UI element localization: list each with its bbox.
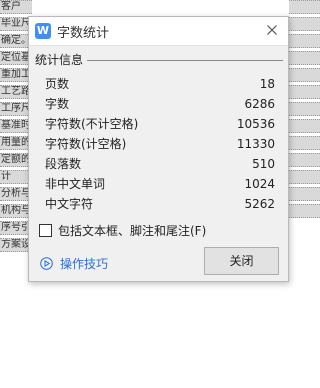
background-document-right <box>289 0 320 228</box>
document-line-shade <box>289 204 320 218</box>
document-line-shade <box>289 34 320 48</box>
section-header: 统计信息 <box>35 51 283 67</box>
document-line-shade <box>289 68 320 82</box>
stat-row-words: 字数 6286 <box>45 94 275 114</box>
document-line-shade <box>289 85 320 99</box>
document-line: 客户 <box>0 0 32 14</box>
document-line-shade <box>289 119 320 133</box>
section-divider <box>87 59 283 61</box>
stat-row-chars-with-spaces: 字符数(计空格) 11330 <box>45 134 275 154</box>
word-count-dialog: W 字数统计 统计信息 页数 18 字数 6286 字符数(不计空格) 1053… <box>28 16 289 282</box>
operation-tips-link[interactable]: 操作技巧 <box>40 255 108 272</box>
close-icon[interactable] <box>264 22 280 38</box>
stat-label: 页数 <box>45 77 70 91</box>
document-line-shade <box>289 102 320 116</box>
dialog-titlebar[interactable]: W 字数统计 <box>29 17 288 46</box>
include-textboxes-checkbox-row[interactable]: 包括文本框、脚注和尾注(F) <box>39 222 206 239</box>
stat-row-non-chinese-words: 非中文单词 1024 <box>45 174 275 194</box>
stat-value: 18 <box>259 77 275 91</box>
document-line-shade <box>289 170 320 184</box>
stat-label: 非中文单词 <box>45 177 106 191</box>
stat-label: 字符数(计空格) <box>45 137 127 151</box>
stat-value: 11330 <box>236 137 275 151</box>
stat-value: 10536 <box>236 117 275 131</box>
document-line-shade <box>289 187 320 201</box>
section-title: 统计信息 <box>35 52 84 67</box>
include-textboxes-checkbox[interactable] <box>39 224 52 237</box>
document-line-shade <box>289 153 320 167</box>
dialog-title: 字数统计 <box>57 25 110 41</box>
document-line-shade <box>289 136 320 150</box>
tips-link-label: 操作技巧 <box>60 257 109 271</box>
stat-row-chars-no-spaces: 字符数(不计空格) 10536 <box>45 114 275 134</box>
stat-row-chinese-chars: 中文字符 5262 <box>45 194 275 214</box>
document-line-shade <box>289 51 320 65</box>
document-line-shade <box>289 0 320 14</box>
stat-label: 字数 <box>45 97 70 111</box>
stat-row-pages: 页数 18 <box>45 74 275 94</box>
close-button[interactable]: 关闭 <box>204 247 279 275</box>
stat-value: 6286 <box>244 97 275 111</box>
stat-row-paragraphs: 段落数 510 <box>45 154 275 174</box>
statistics-section: 统计信息 <box>35 51 283 67</box>
play-circle-icon <box>40 257 53 270</box>
document-line-shade <box>289 17 320 31</box>
statistics-list: 页数 18 字数 6286 字符数(不计空格) 10536 字符数(计空格) 1… <box>45 74 275 214</box>
checkbox-label: 包括文本框、脚注和尾注(F) <box>58 224 207 238</box>
wps-writer-icon: W <box>35 23 51 39</box>
stat-value: 1024 <box>244 177 275 191</box>
stat-value: 5262 <box>244 197 275 211</box>
stat-label: 字符数(不计空格) <box>45 117 139 131</box>
stat-value: 510 <box>252 157 275 171</box>
stat-label: 中文字符 <box>45 197 94 211</box>
stat-label: 段落数 <box>45 157 82 171</box>
